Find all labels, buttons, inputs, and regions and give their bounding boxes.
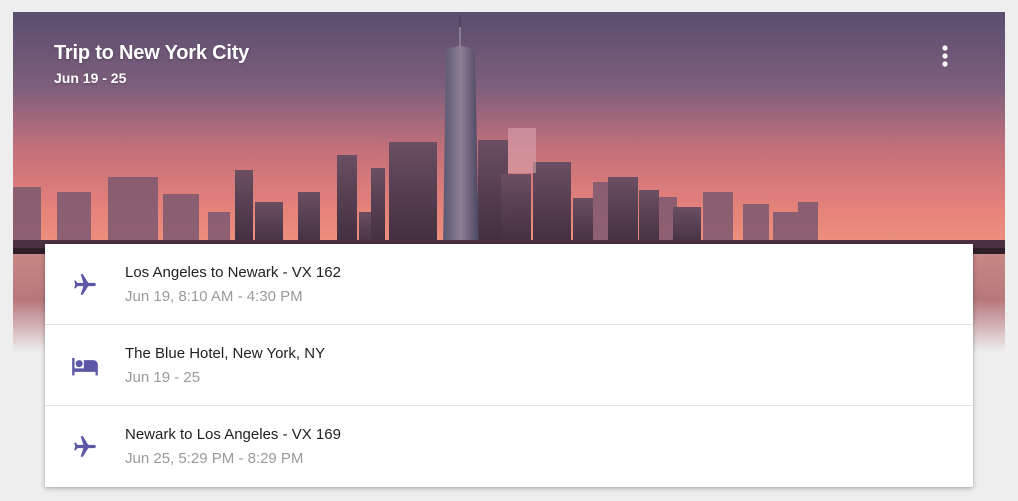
item-subtitle: Jun 25, 5:29 PM - 8:29 PM — [125, 450, 304, 467]
item-subtitle: Jun 19, 8:10 AM - 4:30 PM — [125, 288, 303, 305]
trip-dates: Jun 19 - 25 — [54, 70, 127, 86]
item-title: The Blue Hotel, New York, NY — [125, 345, 326, 362]
flight-icon — [70, 272, 100, 298]
item-title: Los Angeles to Newark - VX 162 — [125, 264, 341, 281]
more-vert-icon — [942, 45, 948, 67]
more-options-button[interactable] — [931, 42, 959, 70]
itinerary-list: Los Angeles to Newark - VX 162 Jun 19, 8… — [45, 244, 973, 487]
item-title: Newark to Los Angeles - VX 169 — [125, 426, 341, 443]
flight-icon — [70, 434, 100, 460]
itinerary-item-flight-return[interactable]: Newark to Los Angeles - VX 169 Jun 25, 5… — [45, 406, 973, 487]
trip-title: Trip to New York City — [54, 42, 250, 64]
item-subtitle: Jun 19 - 25 — [125, 369, 201, 386]
itinerary-item-flight-outbound[interactable]: Los Angeles to Newark - VX 162 Jun 19, 8… — [45, 244, 973, 325]
itinerary-item-hotel[interactable]: The Blue Hotel, New York, NY Jun 19 - 25 — [45, 325, 973, 406]
hotel-icon — [70, 353, 100, 379]
